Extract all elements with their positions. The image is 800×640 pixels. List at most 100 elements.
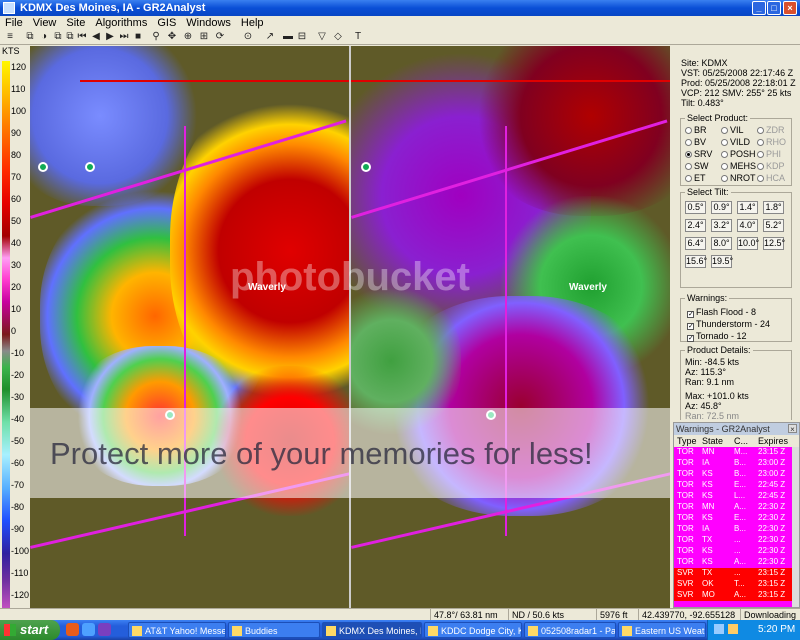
product-vil-radio[interactable]: VIL [721,125,744,135]
display-icon[interactable]: ◑ [38,31,50,43]
menu-windows[interactable]: Windows [181,16,236,30]
radar-pane-left[interactable]: Waverly [30,46,349,608]
menu-help[interactable]: Help [236,16,269,30]
product-rho-radio[interactable]: RHO [757,137,786,147]
target-icon[interactable]: ⊙ [242,31,254,43]
col-type[interactable]: Type [677,435,697,447]
product-nrot-radio[interactable]: NROT [721,173,756,183]
warning-row[interactable]: TOR IA B... 22:30 Z [674,524,792,535]
product-sw-radio[interactable]: SW [685,161,709,171]
crosshair-icon[interactable]: ⊕ [182,31,194,43]
network-icon[interactable] [714,624,724,634]
warning-row[interactable]: SVR TX... 23:15 Z [674,568,792,579]
tilt-button[interactable]: 5.2° [763,219,784,232]
task-buddies[interactable]: Buddies [228,622,320,638]
warnings-scrollbar[interactable] [792,447,799,607]
col-expires[interactable]: Expires [758,435,788,447]
filter-icon[interactable]: ▽ [316,31,328,43]
maximize-button[interactable]: □ [767,1,781,15]
warning-row[interactable]: TOR MN M... 23:15 Z [674,447,792,458]
warning-row[interactable]: TOR KS L... 22:45 Z [674,491,792,502]
bar-icon[interactable]: ▬ [282,31,294,43]
warning-row[interactable]: SVR OK T... 23:15 Z [674,579,792,590]
firefox-icon[interactable] [66,623,79,636]
last-frame-icon[interactable]: ⏭ [118,31,130,43]
tornado-checkbox[interactable]: ✓ Tornado - 12 [687,331,747,342]
menu-site[interactable]: Site [61,16,90,30]
menu-gis[interactable]: GIS [152,16,181,30]
warnings-close-button[interactable]: × [788,424,797,434]
station-marker[interactable] [38,162,48,172]
tilt-button[interactable]: 10.0° [737,237,759,250]
grid-icon[interactable]: ⊞ [198,31,210,43]
task-paint[interactable]: 052508radar1 - Paint [524,622,616,638]
split-view-icon[interactable]: ⊟ [296,31,308,43]
copy-icon[interactable]: ⧉ [24,31,36,43]
product-mehs-radio[interactable]: MEHS [721,161,756,171]
warning-row[interactable]: SVR MO A... 23:15 Z [674,590,792,601]
messenger-icon[interactable] [98,623,111,636]
tilt-button[interactable]: 19.5° [711,255,733,268]
col-state[interactable]: State [702,435,723,447]
tilt-button[interactable]: 4.0° [737,219,758,232]
task-yahoo-messenger[interactable]: AT&T Yahoo! Messen... [128,622,226,638]
diamond-icon[interactable]: ◇ [332,31,344,43]
product-et-radio[interactable]: ET [685,173,706,183]
tilt-button[interactable]: 15.6° [685,255,707,268]
tilt-button[interactable]: 3.2° [711,219,732,232]
stop-icon[interactable]: ■ [132,31,144,43]
list-icon[interactable]: ≡ [4,31,16,43]
tilt-button[interactable]: 6.4° [685,237,706,250]
first-frame-icon[interactable]: ⏮ [76,31,88,43]
product-kdp-radio[interactable]: KDP [757,161,785,171]
panel-icon[interactable]: ⧉ [64,31,76,43]
prev-frame-icon[interactable]: ◀ [90,31,102,43]
product-bv-radio[interactable]: BV [685,137,706,147]
start-button[interactable]: start [0,620,60,640]
zoom-icon[interactable]: ⚲ [150,31,162,43]
text-icon[interactable]: T [352,31,364,43]
layers-icon[interactable]: ⧉ [52,31,64,43]
flash-flood-checkbox[interactable]: ✓ Flash Flood - 8 [687,307,756,318]
tilt-button[interactable]: 0.5° [685,201,706,214]
menu-algorithms[interactable]: Algorithms [90,16,152,30]
tilt-button[interactable]: 2.4° [685,219,706,232]
play-icon[interactable]: ▶ [104,31,116,43]
refresh-icon[interactable]: ⟳ [214,31,226,43]
warning-row[interactable]: TOR KS E... 22:30 Z [674,513,792,524]
tilt-button[interactable]: 1.8° [763,201,784,214]
product-zdr-radio[interactable]: ZDR [757,125,785,135]
close-button[interactable]: × [783,1,797,15]
task-kdmx[interactable]: KDMX Des Moines, IA... [322,622,422,638]
radar-pane-right[interactable]: Waverly [351,46,670,608]
product-vild-radio[interactable]: VILD [721,137,750,147]
menu-view[interactable]: View [28,16,62,30]
station-marker[interactable] [85,162,95,172]
product-hca-radio[interactable]: HCA [757,173,785,183]
volume-icon[interactable] [728,624,738,634]
tilt-button[interactable]: 12.5° [763,237,785,250]
tilt-button[interactable]: 0.9° [711,201,732,214]
ie-icon[interactable] [82,623,95,636]
product-posh-radio[interactable]: POSH [721,149,756,159]
product-srv-radio[interactable]: SRV [685,149,712,159]
task-eastern-us-weather[interactable]: Eastern US Weather ... [618,622,706,638]
tilt-button[interactable]: 8.0° [711,237,732,250]
station-marker[interactable] [361,162,371,172]
task-kddc[interactable]: KDDC Dodge City, KS... [424,622,522,638]
warning-row[interactable]: TOR KS... 22:30 Z [674,546,792,557]
arrow-icon[interactable]: ↗ [264,31,276,43]
thunderstorm-checkbox[interactable]: ✓ Thunderstorm - 24 [687,319,770,330]
pan-icon[interactable]: ✥ [166,31,178,43]
menu-file[interactable]: File [0,16,28,30]
warning-row[interactable]: TOR KS A... 22:30 Z [674,557,792,568]
tilt-button[interactable]: 1.4° [737,201,758,214]
warning-row[interactable]: TOR IA B... 23:00 Z [674,458,792,469]
warning-row[interactable]: TOR MN A... 22:30 Z [674,502,792,513]
product-phi-radio[interactable]: PHI [757,149,781,159]
warning-row[interactable]: TOR KS B... 23:00 Z [674,469,792,480]
warning-row[interactable]: TOR TX... 22:30 Z [674,535,792,546]
col-c[interactable]: C... [734,435,748,447]
warning-row[interactable]: TOR KS E... 22:45 Z [674,480,792,491]
minimize-button[interactable]: _ [752,1,766,15]
